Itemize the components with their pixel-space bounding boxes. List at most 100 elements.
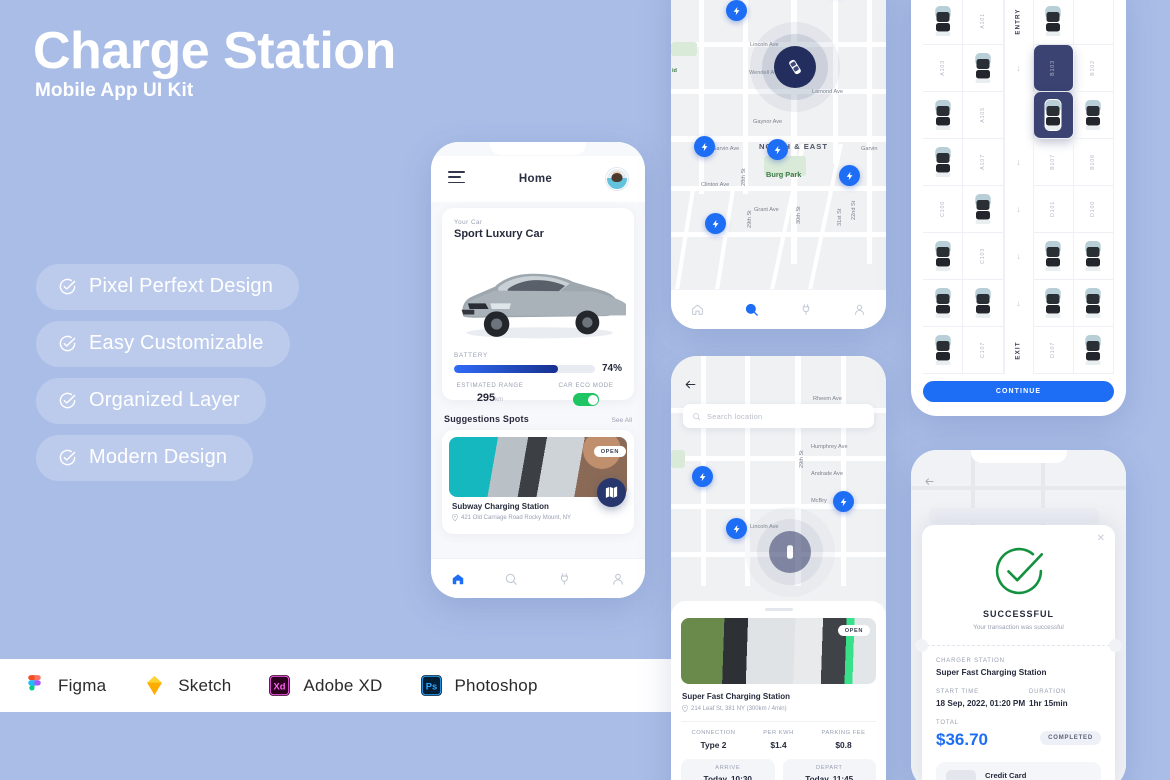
parking-lane: ENTRY bbox=[1003, 0, 1034, 45]
parking-slot[interactable]: D101 bbox=[1033, 186, 1074, 233]
spec-key: PARKING FEE bbox=[821, 730, 866, 736]
parking-slot[interactable] bbox=[1073, 0, 1114, 45]
current-vehicle-marker[interactable] bbox=[774, 46, 816, 88]
tab-charger-icon[interactable] bbox=[800, 303, 813, 316]
tab-charger-icon[interactable] bbox=[558, 572, 572, 586]
charger-pin[interactable] bbox=[839, 165, 860, 186]
tab-profile-icon[interactable] bbox=[853, 303, 866, 316]
back-arrow-icon[interactable] bbox=[924, 476, 935, 487]
car-stats: ESTIMATED RANGE 295km CAR ECO MODE bbox=[442, 382, 634, 406]
station-address: 214 Leaf St, 381 NY (300km / 4min) bbox=[682, 705, 886, 712]
tab-home-icon[interactable] bbox=[691, 303, 704, 316]
parking-slot[interactable]: A105 bbox=[963, 92, 1004, 139]
success-check-icon bbox=[995, 547, 1043, 595]
eco-toggle[interactable] bbox=[573, 393, 599, 406]
map-canvas[interactable]: McBry Lincoln Ave Wendell Ave Lamond Ave… bbox=[671, 0, 886, 329]
station-photo: OPEN bbox=[681, 618, 876, 684]
parking-slot[interactable]: C103 bbox=[963, 233, 1004, 280]
menu-icon[interactable] bbox=[448, 171, 465, 187]
parking-slot[interactable] bbox=[1033, 92, 1074, 139]
tab-home-icon[interactable] bbox=[451, 572, 465, 586]
parking-slot[interactable] bbox=[923, 139, 964, 186]
battery-percent: 74% bbox=[601, 363, 622, 374]
spec-key: CONNECTION bbox=[691, 730, 736, 736]
parking-slot[interactable] bbox=[1033, 0, 1074, 45]
suggestions-header: Suggestions Spots See All bbox=[444, 414, 632, 424]
range-value: 295 bbox=[476, 392, 496, 404]
parking-slot[interactable] bbox=[1033, 233, 1074, 280]
tab-search-icon[interactable] bbox=[744, 302, 759, 317]
open-map-button[interactable] bbox=[597, 478, 626, 507]
parking-slot[interactable] bbox=[963, 280, 1004, 327]
see-all-link[interactable]: See All bbox=[611, 417, 632, 424]
map-street-label: 29th St bbox=[799, 450, 805, 468]
search-input[interactable]: Search location bbox=[683, 404, 874, 428]
payment-method-row[interactable]: Credit Card 1234 **** **** 5678 bbox=[936, 762, 1101, 780]
parking-slot[interactable] bbox=[923, 327, 964, 374]
parking-slot[interactable]: B103 bbox=[1033, 45, 1074, 92]
top-view-car-icon bbox=[974, 52, 992, 84]
top-view-car-icon bbox=[1044, 287, 1062, 319]
depart-label: DEPART bbox=[815, 765, 843, 771]
arrive-selector[interactable]: ARRIVE Today, 10:30 bbox=[681, 759, 775, 780]
arrow-left-icon bbox=[685, 380, 696, 389]
parking-slot[interactable]: A101 bbox=[963, 0, 1004, 45]
current-vehicle-marker[interactable] bbox=[769, 531, 811, 573]
parking-slot[interactable] bbox=[923, 280, 964, 327]
parking-slot[interactable]: D107 bbox=[1033, 327, 1074, 374]
charger-pin[interactable] bbox=[694, 136, 715, 157]
car-kicker: Your Car bbox=[454, 219, 483, 226]
parking-slot[interactable]: C100 bbox=[923, 186, 964, 233]
tab-profile-icon[interactable] bbox=[611, 572, 625, 586]
parking-slot[interactable] bbox=[923, 92, 964, 139]
suggestions-title: Suggestions Spots bbox=[444, 414, 529, 424]
slot-label: D101 bbox=[1050, 200, 1057, 218]
receipt-time-row: START TIME 18 Sep, 2022, 01:20 PM DURATI… bbox=[936, 677, 1101, 708]
slot-label: A105 bbox=[979, 107, 986, 123]
close-icon[interactable]: ✕ bbox=[1097, 534, 1105, 544]
top-view-car-icon bbox=[1084, 99, 1102, 131]
parking-slot[interactable]: C107 bbox=[963, 327, 1004, 374]
charger-pin[interactable] bbox=[767, 139, 788, 160]
charger-pin[interactable] bbox=[705, 213, 726, 234]
parking-slot[interactable] bbox=[1073, 327, 1114, 374]
charger-pin[interactable] bbox=[833, 491, 854, 512]
parking-slot[interactable]: A107 bbox=[963, 139, 1004, 186]
charger-pin[interactable] bbox=[726, 518, 747, 539]
battery-fill bbox=[454, 364, 559, 373]
map-street-label: Andrade Ave bbox=[811, 471, 843, 477]
charger-pin[interactable] bbox=[692, 466, 713, 487]
parking-slot[interactable]: B107 bbox=[1033, 139, 1074, 186]
parking-slot[interactable] bbox=[963, 186, 1004, 233]
parking-slot[interactable] bbox=[1073, 92, 1114, 139]
parking-slot[interactable]: D100 bbox=[1073, 186, 1114, 233]
charger-pin[interactable] bbox=[726, 0, 747, 21]
suggestion-card[interactable]: OPEN Subway Charging Station 421 Old Car… bbox=[442, 430, 634, 534]
parking-slot[interactable] bbox=[1073, 280, 1114, 327]
sheet-grabber[interactable] bbox=[764, 608, 793, 611]
map-street-label: 31st St bbox=[837, 208, 843, 226]
parking-slot[interactable]: B102 bbox=[1073, 45, 1114, 92]
parking-slot[interactable] bbox=[923, 0, 964, 45]
parking-slot[interactable]: B106 bbox=[1073, 139, 1114, 186]
parking-grid[interactable]: A101 ENTRY A103 ↓ B103 B102 A105 A107 ↓ B107 B106 C… bbox=[923, 0, 1114, 374]
status-badge: COMPLETED bbox=[1040, 731, 1101, 745]
parking-slot[interactable]: A103 bbox=[923, 45, 964, 92]
parking-slot[interactable] bbox=[1073, 233, 1114, 280]
tool-adobe-xd: Xd Adobe XD bbox=[267, 673, 382, 698]
tab-search-icon[interactable] bbox=[504, 572, 518, 586]
lane-direction-arrow-icon: ↓ bbox=[1016, 298, 1021, 308]
adobe-xd-icon: Xd bbox=[269, 675, 291, 696]
avatar[interactable] bbox=[606, 168, 628, 190]
parking-slot[interactable] bbox=[1033, 280, 1074, 327]
depart-selector[interactable]: DEPART Today, 11:45 bbox=[782, 759, 876, 780]
parking-slot[interactable] bbox=[923, 233, 964, 280]
map-street-label: id bbox=[672, 68, 677, 74]
continue-button[interactable]: CONTINUE bbox=[923, 381, 1114, 402]
map-road bbox=[791, 0, 797, 264]
svg-text:Xd: Xd bbox=[274, 682, 286, 692]
back-button[interactable] bbox=[684, 378, 697, 396]
parking-slot[interactable] bbox=[963, 45, 1004, 92]
top-view-car-icon bbox=[934, 5, 952, 37]
phone-booking-screen: Search location Rheem Ave Humphrey Ave A… bbox=[671, 356, 886, 780]
